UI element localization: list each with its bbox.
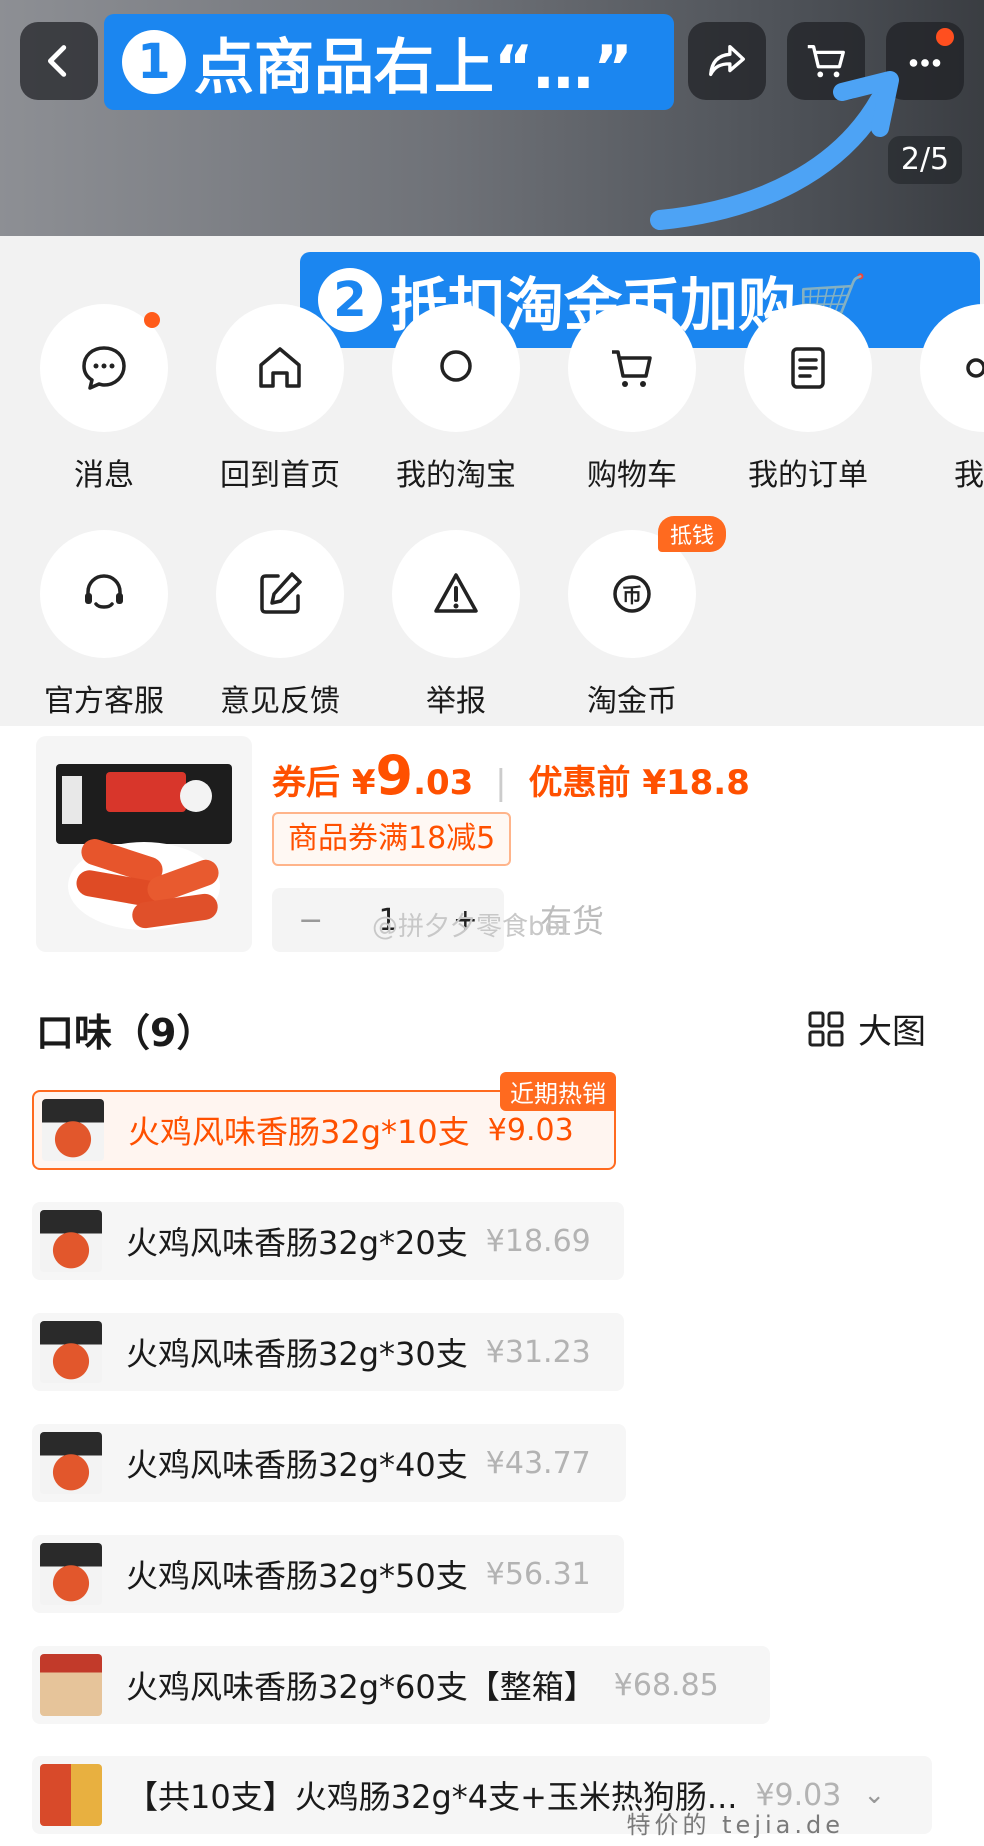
menu-item-cart[interactable]: 购物车	[544, 304, 720, 494]
flavor-thumbnail	[40, 1432, 102, 1494]
arrow-to-more	[650, 90, 890, 230]
flavor-price: ¥31.23	[485, 1334, 591, 1370]
home-icon	[259, 347, 301, 388]
big-image-label: 大图	[858, 1012, 926, 1052]
menu-label: 我的淘宝	[396, 458, 516, 493]
order-icon	[791, 347, 825, 389]
sausage-pack-image	[56, 764, 232, 930]
price-divider: |	[495, 763, 507, 803]
menu-item-home[interactable]: 回到首页	[192, 304, 368, 494]
menu-label: 官方客服	[44, 684, 164, 719]
message-icon	[82, 346, 126, 390]
flavor-option[interactable]: 火鸡风味香肠32g*30支 ¥31.23	[32, 1313, 624, 1391]
before-label: 优惠前	[528, 763, 631, 803]
menu-item-support[interactable]: 官方客服	[16, 530, 192, 720]
flavor-thumbnail	[40, 1764, 102, 1826]
hot-sale-tag: 近期热销	[500, 1072, 616, 1111]
report-icon	[434, 573, 478, 613]
flavor-option[interactable]: 火鸡风味香肠32g*40支 ¥43.77	[32, 1424, 626, 1502]
chevron-down-icon[interactable]: ⌄	[863, 1780, 885, 1810]
menu-label: 举报	[426, 684, 486, 719]
flavor-option[interactable]: 火鸡风味香肠32g*60支【整箱】 ¥68.85	[32, 1646, 770, 1724]
product-thumbnail[interactable]	[36, 736, 252, 952]
flavor-price: ¥56.31	[485, 1556, 591, 1592]
svg-text:币: 币	[622, 583, 642, 607]
menu-label: 我的	[954, 458, 984, 493]
flavor-thumbnail	[40, 1321, 102, 1383]
flavor-thumbnail	[40, 1543, 102, 1605]
flavor-name: 火鸡风味香肠32g*50支	[126, 1557, 468, 1595]
coupon-tag[interactable]: 商品券满18减5	[272, 812, 512, 866]
flavor-name: 火鸡风味香肠32g*40支	[126, 1446, 468, 1484]
big-image-toggle[interactable]: 大图	[806, 1004, 926, 1053]
menu-label: 我的订单	[748, 458, 868, 493]
after-coupon-price-dec: .03	[413, 763, 474, 803]
before-price: ¥18.8	[642, 763, 750, 803]
menu-item-orders[interactable]: 我的订单	[720, 304, 896, 494]
coin-icon: 币	[613, 575, 651, 613]
flavor-name: 火鸡风味香肠32g*30支	[126, 1335, 468, 1373]
menu-label: 意见反馈	[220, 684, 340, 719]
site-watermark: 特价的 tejia.de	[626, 1811, 844, 1839]
flavor-option[interactable]: 火鸡风味香肠32g*20支 ¥18.69	[32, 1202, 624, 1280]
grid-icon	[808, 1011, 844, 1046]
flavor-price: ¥43.77	[485, 1445, 591, 1481]
menu-item-taojinbi[interactable]: 币 抵钱 淘金币	[544, 516, 726, 720]
menu-label: 回到首页	[220, 458, 340, 493]
flavor-price: ¥9.03	[487, 1112, 574, 1148]
discount-badge: 抵钱	[657, 516, 726, 552]
support-icon	[85, 574, 123, 609]
menu-label: 购物车	[587, 458, 677, 493]
currency-symbol: ¥	[351, 763, 376, 803]
menu-item-feedback[interactable]: 意见反馈	[192, 530, 368, 720]
profile-icon	[440, 350, 472, 382]
flavor-option[interactable]: 火鸡风味香肠32g*10支 ¥9.03 近期热销	[32, 1072, 616, 1170]
flavor-name: 火鸡风味香肠32g*20支	[126, 1224, 468, 1262]
feedback-icon	[260, 572, 302, 614]
flavor-section-title: 口味（9）	[36, 1011, 215, 1055]
menu-label: 消息	[74, 458, 134, 493]
flavor-thumbnail	[42, 1099, 104, 1161]
flavor-option[interactable]: 火鸡风味香肠32g*50支 ¥56.31	[32, 1535, 624, 1613]
weibo-watermark: @拼夕夕零食bot	[372, 912, 571, 942]
step-1-text: 点商品右上“…”	[194, 32, 633, 103]
flavor-name: 火鸡风味香肠32g*10支	[128, 1113, 470, 1151]
unread-dot	[144, 312, 160, 328]
decrease-button[interactable]: −	[272, 903, 349, 938]
flavor-name: 火鸡风味香肠32g*60支【整箱】	[126, 1668, 596, 1706]
menu-item-report[interactable]: 举报	[368, 530, 544, 720]
menu-label: 淘金币	[587, 684, 677, 719]
flavor-thumbnail	[40, 1654, 102, 1716]
step-1-banner: 1 点商品右上“…”	[104, 14, 674, 110]
step-1-number: 1	[122, 30, 186, 94]
more-icon	[966, 358, 984, 378]
after-coupon-label: 券后	[272, 763, 340, 803]
flavor-price: ¥18.69	[485, 1223, 591, 1259]
after-coupon-price-int: 9	[375, 744, 414, 807]
menu-item-mine[interactable]: 我的	[896, 304, 984, 494]
menu-item-my-taobao[interactable]: 我的淘宝	[368, 304, 544, 494]
flavor-thumbnail	[40, 1210, 102, 1272]
menu-item-messages[interactable]: 消息	[16, 304, 192, 494]
price-row: 券后 ¥9.03 | 优惠前 ¥18.8	[272, 744, 750, 807]
cart-icon	[612, 350, 652, 387]
flavor-price: ¥68.85	[613, 1667, 719, 1703]
